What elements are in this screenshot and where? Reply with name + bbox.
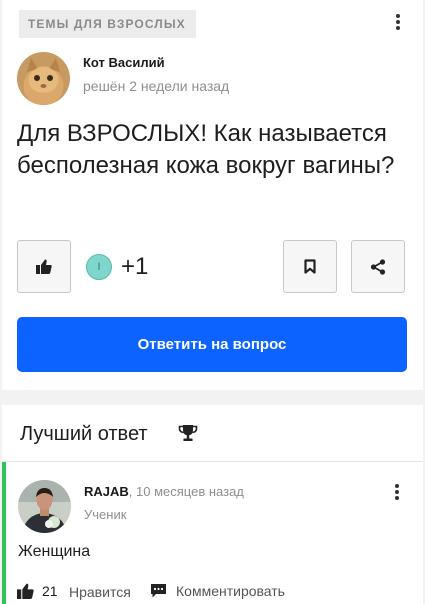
divider bbox=[2, 461, 423, 462]
like-button[interactable] bbox=[17, 240, 71, 293]
answer-text: Женщина bbox=[18, 543, 91, 560]
question-time: решён 2 недели назад bbox=[83, 78, 230, 94]
comment-label: Комментировать bbox=[176, 583, 285, 599]
answer-more-options-icon[interactable] bbox=[387, 481, 407, 503]
answer-like-count: 21 bbox=[42, 583, 58, 599]
thumbs-up-icon bbox=[36, 259, 52, 274]
comment-button[interactable]: Комментировать bbox=[150, 583, 285, 599]
answer-author-rank: Ученик bbox=[84, 507, 127, 522]
thumbs-up-icon bbox=[17, 583, 34, 599]
answer-author-name[interactable]: RAJAB bbox=[84, 484, 129, 499]
author-name[interactable]: Кот Василий bbox=[83, 55, 165, 70]
answer-question-button[interactable]: Ответить на вопрос bbox=[17, 317, 407, 372]
category-tag[interactable]: ТЕМЫ ДЛЯ ВЗРОСЛЫХ bbox=[19, 10, 196, 38]
more-options-icon[interactable] bbox=[388, 11, 408, 33]
like-label[interactable]: Нравится bbox=[69, 584, 131, 600]
question-title: Для ВЗРОСЛЫХ! Как называется бесполезная… bbox=[17, 120, 395, 179]
author-avatar[interactable] bbox=[17, 52, 70, 105]
answer-meta: RAJAB, 10 месяцев назад bbox=[84, 484, 244, 499]
comment-icon bbox=[151, 584, 166, 598]
trophy-icon bbox=[178, 425, 198, 441]
best-answer-heading: Лучший ответ bbox=[20, 423, 148, 445]
answer-like-button[interactable]: 21 bbox=[17, 583, 58, 599]
bookmark-icon bbox=[304, 259, 316, 274]
answer-time: , 10 месяцев назад bbox=[128, 484, 244, 499]
voter-avatar[interactable]: I bbox=[86, 254, 112, 280]
answer-author-avatar[interactable] bbox=[18, 480, 71, 533]
share-button[interactable] bbox=[351, 240, 405, 293]
share-icon bbox=[370, 258, 386, 275]
best-answer-marker bbox=[2, 462, 6, 604]
vote-score: +1 bbox=[121, 253, 149, 280]
bookmark-button[interactable] bbox=[283, 240, 337, 293]
